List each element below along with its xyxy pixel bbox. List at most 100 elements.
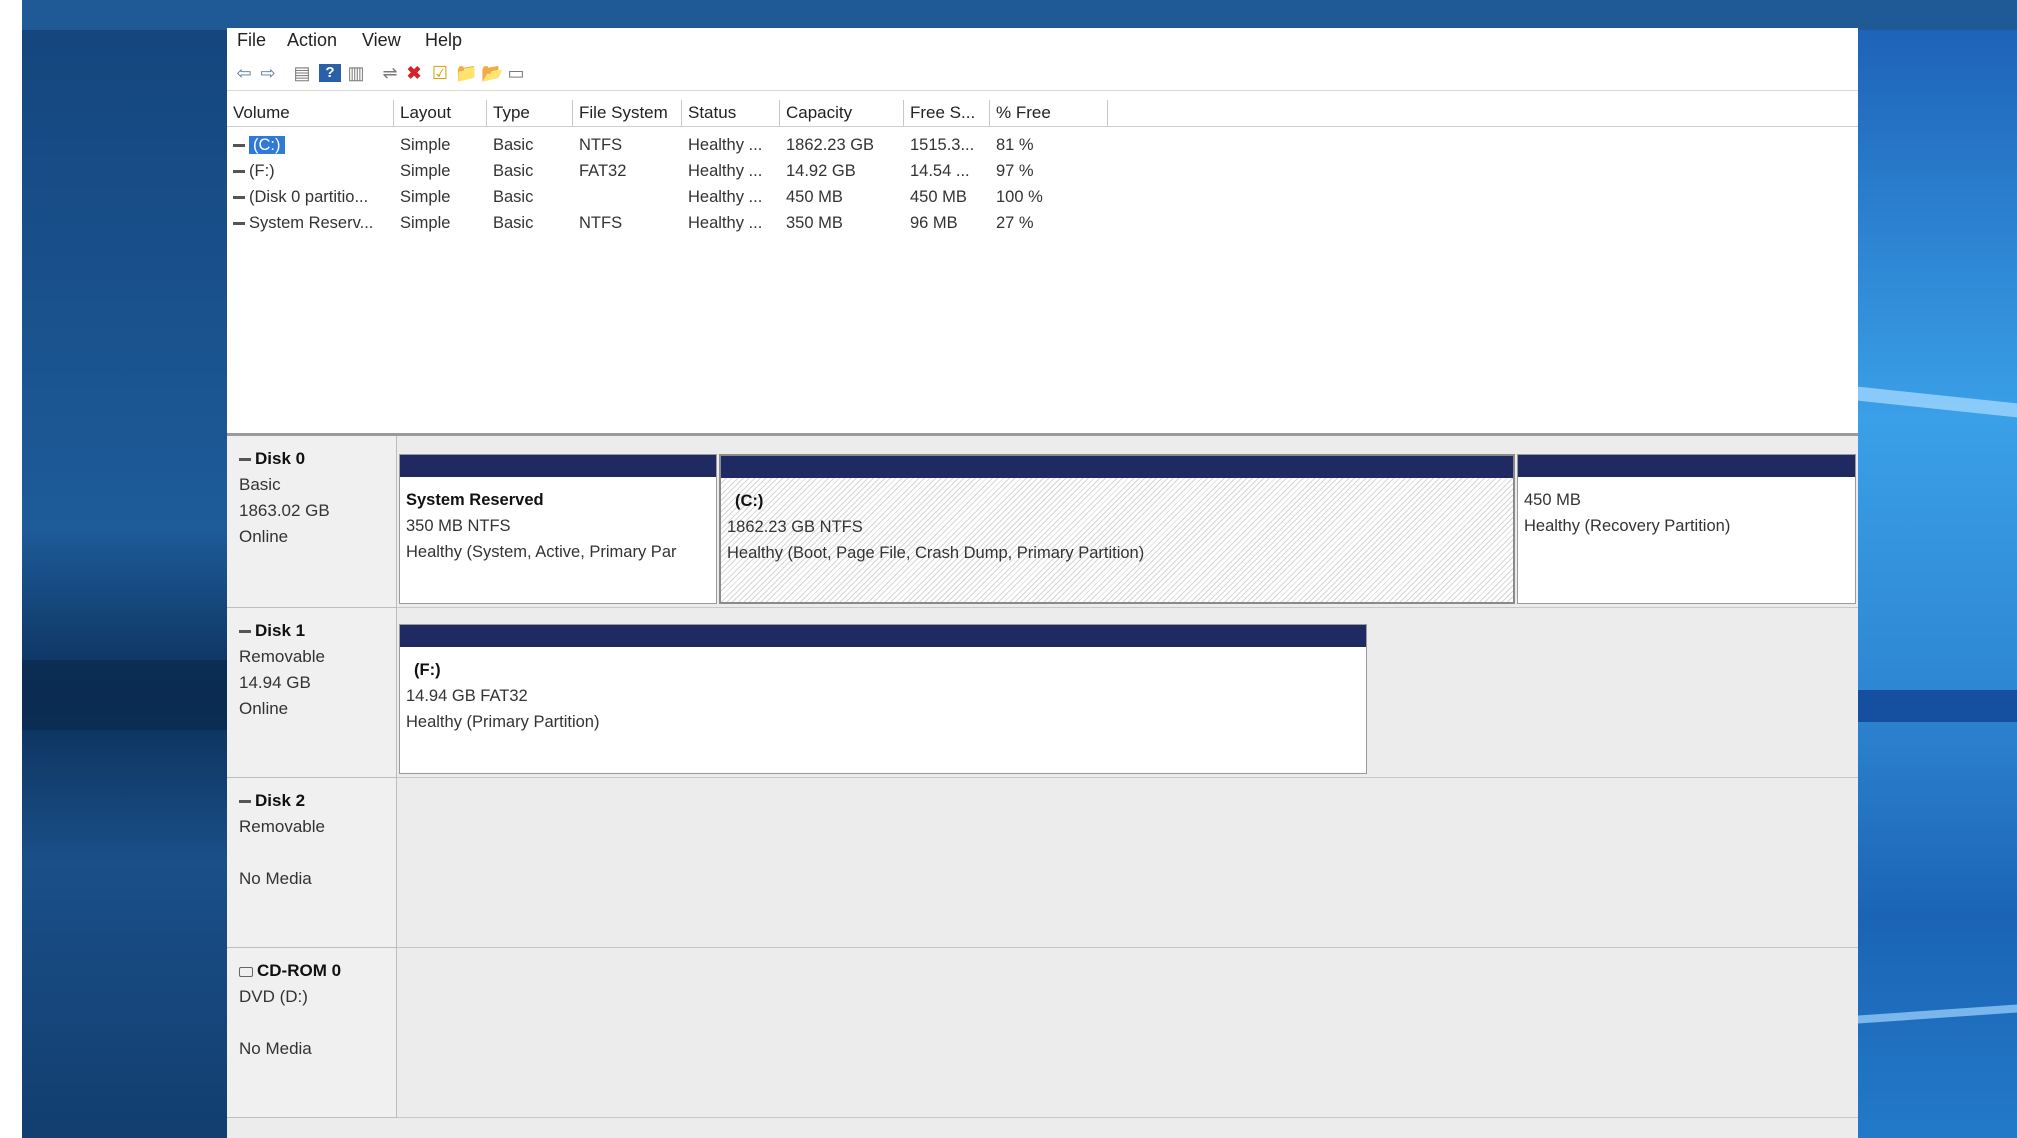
- volume-cell: (F:): [227, 158, 394, 184]
- partition-detail: 350 MB NTFS: [406, 517, 511, 535]
- column-capacity[interactable]: Capacity: [780, 100, 904, 126]
- partition-detail: 14.94 GB FAT32: [406, 687, 528, 705]
- partition-header-bar: [400, 625, 1366, 647]
- disk-1-label[interactable]: Disk 1 Removable 14.94 GB Online: [227, 608, 397, 778]
- volume-icon: [233, 222, 245, 226]
- disk-state: No Media: [239, 1039, 312, 1058]
- forward-icon[interactable]: ⇨: [257, 62, 279, 84]
- table-row[interactable]: System Reserv... Simple Basic NTFS Healt…: [227, 210, 1858, 236]
- partition-status: Healthy (Boot, Page File, Crash Dump, Pr…: [727, 544, 1145, 562]
- column-percent-free[interactable]: % Free: [990, 100, 1108, 126]
- column-type[interactable]: Type: [487, 100, 573, 126]
- volume-list-header: Volume Layout Type File System Status Ca…: [227, 100, 1858, 127]
- open-folder-icon[interactable]: 📂: [481, 62, 503, 84]
- disk-size: [239, 840, 396, 866]
- partition-title: (C:): [735, 492, 764, 510]
- partition-header-bar: [1518, 455, 1855, 477]
- layout-cell: Simple: [400, 136, 451, 154]
- cdrom-icon: [239, 966, 253, 977]
- partition-title: System Reserved: [406, 491, 544, 509]
- disk-2-label[interactable]: Disk 2 Removable No Media: [227, 778, 397, 948]
- properties-icon[interactable]: ▥: [345, 62, 367, 84]
- menu-action[interactable]: Action: [287, 30, 337, 51]
- partition-recovery[interactable]: 450 MB Healthy (Recovery Partition): [1517, 454, 1856, 604]
- free-space-cell: 1515.3...: [910, 136, 975, 154]
- free-space-cell: 450 MB: [910, 188, 967, 206]
- column-free-space[interactable]: Free S...: [904, 100, 990, 126]
- column-status[interactable]: Status: [682, 100, 780, 126]
- wallpaper-band: [22, 660, 227, 730]
- disk-state: Online: [239, 699, 289, 718]
- table-row[interactable]: (F:) Simple Basic FAT32 Healthy ... 14.9…: [227, 158, 1858, 184]
- cdrom-0-label[interactable]: CD-ROM 0 DVD (D:) No Media: [227, 948, 397, 1118]
- toolbar: ⇦ ⇨ ▤ ? ▥ ⇌ ✖ ☑ 📁 📂 ▭: [227, 58, 1858, 91]
- table-row[interactable]: (Disk 0 partitio... Simple Basic Healthy…: [227, 184, 1858, 210]
- disk-icon: [239, 458, 251, 462]
- partition-system-reserved[interactable]: System Reserved 350 MB NTFS Healthy (Sys…: [399, 454, 717, 604]
- partition-f-drive[interactable]: (F:) 14.94 GB FAT32 Healthy (Primary Par…: [399, 624, 1367, 774]
- disk-name: Disk 1: [255, 621, 306, 640]
- column-volume[interactable]: Volume: [227, 100, 394, 126]
- status-cell: Healthy ...: [688, 136, 763, 154]
- disk-icon: [239, 800, 251, 804]
- partition-title: (F:): [414, 661, 441, 679]
- disk-0-partitions: System Reserved 350 MB NTFS Healthy (Sys…: [397, 436, 1858, 608]
- disk-size: [239, 1010, 396, 1036]
- volume-list: (C:) Simple Basic NTFS Healthy ... 1862.…: [227, 128, 1858, 436]
- disk-management-window: File Action View Help ⇦ ⇨ ▤ ? ▥ ⇌ ✖ ☑ 📁 …: [227, 28, 1858, 1138]
- table-row[interactable]: (C:) Simple Basic NTFS Healthy ... 1862.…: [227, 132, 1858, 158]
- disk-0-label[interactable]: Disk 0 Basic 1863.02 GB Online: [227, 436, 397, 608]
- disk-2-area: [397, 778, 1858, 948]
- back-icon[interactable]: ⇦: [233, 62, 255, 84]
- file-system-cell: NTFS: [579, 136, 623, 154]
- view-icon[interactable]: ▭: [505, 62, 527, 84]
- disk-size: 14.94 GB: [239, 673, 311, 692]
- partition-c-drive[interactable]: (C:) 1862.23 GB NTFS Healthy (Boot, Page…: [719, 454, 1515, 604]
- column-file-system[interactable]: File System: [573, 100, 682, 126]
- disk-graphical-view: Disk 0 Basic 1863.02 GB Online System Re…: [227, 436, 1858, 1138]
- help-icon[interactable]: ?: [319, 64, 341, 82]
- disk-state: Online: [239, 527, 289, 546]
- disk-state: No Media: [239, 869, 312, 888]
- volume-cell: System Reserv...: [227, 210, 394, 236]
- menu-view[interactable]: View: [362, 30, 401, 51]
- column-layout[interactable]: Layout: [394, 100, 487, 126]
- delete-icon[interactable]: ✖: [403, 62, 425, 84]
- status-cell: Healthy ...: [688, 162, 763, 180]
- connect-icon[interactable]: ⇌: [379, 62, 401, 84]
- partition-header-bar: [721, 456, 1513, 478]
- checklist-icon[interactable]: ☑: [429, 62, 451, 84]
- desktop-wallpaper-right: [1858, 30, 2017, 1138]
- partition-status: Healthy (Primary Partition): [406, 713, 600, 731]
- menu-help[interactable]: Help: [425, 30, 462, 51]
- type-cell: Basic: [493, 162, 534, 180]
- type-cell: Basic: [493, 214, 534, 232]
- screen-left-edge: [0, 0, 23, 1138]
- partition-detail: 450 MB: [1524, 491, 1581, 509]
- menu-file[interactable]: File: [237, 30, 266, 51]
- percent-free-cell: 100 %: [996, 188, 1043, 206]
- layout-cell: Simple: [400, 162, 451, 180]
- partition-status: Healthy (Recovery Partition): [1524, 517, 1731, 535]
- volume-cell: (C:): [227, 132, 394, 158]
- capacity-cell: 1862.23 GB: [786, 136, 875, 154]
- disk-type: Removable: [239, 647, 325, 666]
- partition-header-bar: [400, 455, 716, 477]
- cdrom-0-area: [397, 948, 1858, 1118]
- desktop-wallpaper-left: [22, 30, 227, 1138]
- menu-bar: File Action View Help: [227, 28, 1858, 56]
- disk-type: Removable: [239, 817, 325, 836]
- capacity-cell: 350 MB: [786, 214, 843, 232]
- volume-cell: (Disk 0 partitio...: [227, 184, 394, 210]
- file-system-cell: FAT32: [579, 162, 627, 180]
- console-tree-icon[interactable]: ▤: [291, 62, 313, 84]
- volume-icon: [233, 144, 245, 148]
- file-system-cell: NTFS: [579, 214, 623, 232]
- free-space-cell: 14.54 ...: [910, 162, 970, 180]
- layout-cell: Simple: [400, 188, 451, 206]
- partition-status: Healthy (System, Active, Primary Par: [406, 543, 677, 561]
- capacity-cell: 450 MB: [786, 188, 843, 206]
- disk-type: DVD (D:): [239, 987, 308, 1006]
- folder-icon[interactable]: 📁: [455, 62, 477, 84]
- free-space-cell: 96 MB: [910, 214, 958, 232]
